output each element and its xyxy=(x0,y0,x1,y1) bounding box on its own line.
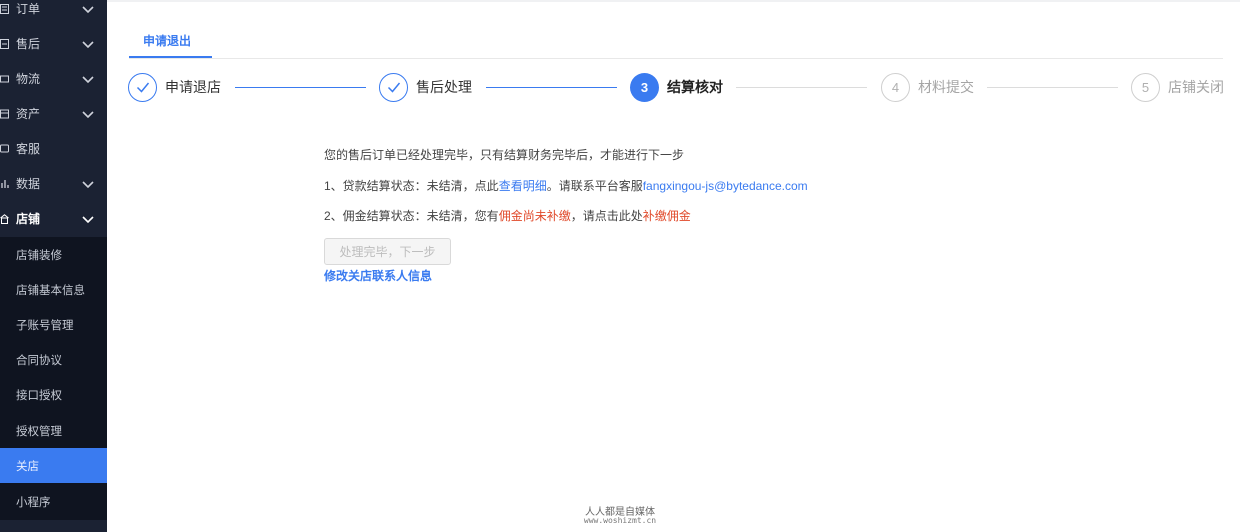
aftersale-icon xyxy=(0,26,10,61)
click-here-text: ，请点击此处 xyxy=(570,209,643,223)
step-number: 5 xyxy=(1131,72,1160,102)
step-1: 申请退店 xyxy=(128,72,221,102)
nav-label: 店铺 xyxy=(16,212,41,226)
sub-item-authorization-management[interactable]: 授权管理 xyxy=(0,413,107,448)
check-icon xyxy=(379,72,408,102)
step-number: 3 xyxy=(630,72,659,102)
sub-item-subaccount-management[interactable]: 子账号管理 xyxy=(0,307,107,342)
sidebar: 订单 售后 物流 资产 客服 数据 店铺 店铺装修 店铺基本信息 子账号管理 合… xyxy=(0,0,107,532)
chevron-down-icon xyxy=(82,41,94,49)
nav-label: 物流 xyxy=(16,72,41,86)
nav-item-data[interactable]: 数据 xyxy=(0,166,107,201)
sub-item-shop-basic-info[interactable]: 店铺基本信息 xyxy=(0,272,107,307)
contact-text: 。请联系平台客服 xyxy=(546,179,643,193)
service-icon xyxy=(0,131,10,166)
support-email[interactable]: fangxingou-js@bytedance.com xyxy=(643,179,808,193)
step-label: 店铺关闭 xyxy=(1168,79,1224,95)
watermark-url: www.woshizmt.cn xyxy=(583,516,657,525)
chevron-down-icon xyxy=(82,6,94,14)
intro-text: 您的售后订单已经处理完毕，只有结算财务完毕后，才能进行下一步 xyxy=(324,148,685,162)
nav-label: 客服 xyxy=(16,142,41,156)
step-label: 结算核对 xyxy=(667,79,723,95)
next-step-button[interactable]: 处理完毕，下一步 xyxy=(324,238,451,265)
shop-icon xyxy=(0,201,10,236)
tab-divider xyxy=(129,58,1223,59)
main-panel: 申请退出 申请退店 售后处理 3 结算核对 4 材料提交 5 店铺关闭 您的售后… xyxy=(107,0,1240,532)
step-4: 4 材料提交 xyxy=(881,72,974,102)
step-label: 申请退店 xyxy=(165,79,221,95)
nav-label: 订单 xyxy=(16,2,41,16)
step-label: 售后处理 xyxy=(416,79,472,95)
nav-item-shop[interactable]: 店铺 xyxy=(0,201,107,236)
pay-commission-link[interactable]: 补缴佣金 xyxy=(643,209,691,223)
step-2: 售后处理 xyxy=(379,72,472,102)
chevron-down-icon xyxy=(82,111,94,119)
commission-status-text: 2、佣金结算状态：未结清，您有 xyxy=(324,209,499,223)
step-connector xyxy=(736,87,867,88)
step-5: 5 店铺关闭 xyxy=(1131,72,1224,102)
nav-item-customer-service[interactable]: 客服 xyxy=(0,131,107,166)
chevron-down-icon xyxy=(82,216,94,224)
sub-item-contract[interactable]: 合同协议 xyxy=(0,342,107,377)
top-divider xyxy=(107,0,1240,2)
sub-item-api-authorization[interactable]: 接口授权 xyxy=(0,377,107,412)
asset-icon xyxy=(0,96,10,131)
sub-item-close-shop[interactable]: 关店 xyxy=(0,448,107,483)
step-connector xyxy=(235,87,366,88)
chevron-down-icon xyxy=(82,76,94,84)
unpaid-commission-notice: 佣金尚未补缴 xyxy=(498,209,571,223)
modify-contact-link[interactable]: 修改关店联系人信息 xyxy=(324,267,432,284)
nav-item-aftersale[interactable]: 售后 xyxy=(0,26,107,61)
tab-apply-exit[interactable]: 申请退出 xyxy=(129,22,205,58)
logistics-icon xyxy=(0,61,10,96)
check-icon xyxy=(128,72,157,102)
loan-status-text: 1、贷款结算状态：未结清，点此 xyxy=(324,179,499,193)
order-icon xyxy=(0,0,10,26)
view-details-link[interactable]: 查看明细 xyxy=(499,179,547,193)
nav-label: 售后 xyxy=(16,37,41,51)
loan-settlement-status: 1、贷款结算状态：未结清，点此查看明细。请联系平台客服fangxingou-js… xyxy=(324,177,808,194)
step-label: 材料提交 xyxy=(918,79,974,95)
sub-item-shop-decoration[interactable]: 店铺装修 xyxy=(0,237,107,272)
step-connector xyxy=(486,87,617,88)
chevron-down-icon xyxy=(82,181,94,189)
nav-label: 数据 xyxy=(16,177,41,191)
nav-item-orders[interactable]: 订单 xyxy=(0,0,107,26)
data-icon xyxy=(0,166,10,201)
nav-item-assets[interactable]: 资产 xyxy=(0,96,107,131)
commission-settlement-status: 2、佣金结算状态：未结清，您有佣金尚未补缴，请点击此处补缴佣金 xyxy=(324,207,691,224)
step-3: 3 结算核对 xyxy=(630,72,723,102)
nav-label: 资产 xyxy=(16,107,41,121)
step-number: 4 xyxy=(881,72,910,102)
nav-item-logistics[interactable]: 物流 xyxy=(0,61,107,96)
step-connector xyxy=(987,87,1118,88)
